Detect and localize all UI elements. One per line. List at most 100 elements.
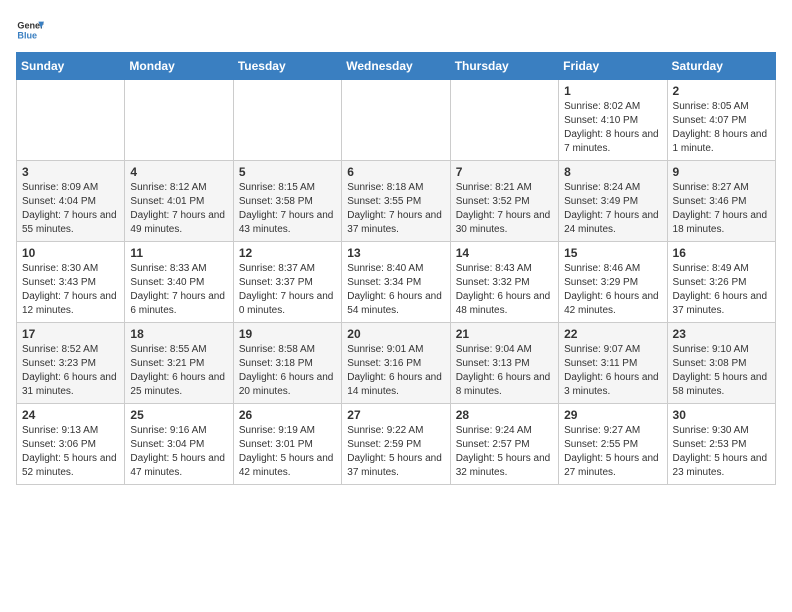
day-number: 22 (564, 327, 661, 341)
day-header-sunday: Sunday (17, 53, 125, 80)
day-info: Sunrise: 9:04 AM Sunset: 3:13 PM Dayligh… (456, 343, 553, 399)
day-cell: 30 Sunrise: 9:30 AM Sunset: 2:53 PM Dayli… (667, 404, 775, 485)
logo: General Blue (16, 16, 44, 44)
day-info: Sunrise: 8:30 AM Sunset: 3:43 PM Dayligh… (22, 262, 119, 318)
day-cell (450, 80, 558, 161)
day-number: 8 (564, 165, 661, 179)
day-number: 13 (347, 246, 444, 260)
day-info: Sunrise: 9:10 AM Sunset: 3:08 PM Dayligh… (673, 343, 770, 399)
day-number: 18 (130, 327, 227, 341)
day-cell: 19Sunrise: 8:58 AM Sunset: 3:18 PM Dayli… (233, 323, 341, 404)
day-cell: 8 Sunrise: 8:24 AM Sunset: 3:49 PM Daylig… (559, 161, 667, 242)
day-header-wednesday: Wednesday (342, 53, 450, 80)
day-cell: 12 Sunrise: 8:37 AM Sunset: 3:37 PM Dayli… (233, 242, 341, 323)
day-number: 1 (564, 84, 661, 98)
day-cell (17, 80, 125, 161)
day-info: Sunrise: 8:58 AM Sunset: 3:18 PM Dayligh… (239, 343, 336, 399)
day-cell: 15 Sunrise: 8:46 AM Sunset: 3:29 PM Dayli… (559, 242, 667, 323)
day-info: Sunrise: 9:19 AM Sunset: 3:01 PM Dayligh… (239, 424, 336, 480)
day-header-tuesday: Tuesday (233, 53, 341, 80)
day-number: 14 (456, 246, 553, 260)
day-number: 20 (347, 327, 444, 341)
day-number: 7 (456, 165, 553, 179)
day-number: 24 (22, 408, 119, 422)
day-cell: 25Sunrise: 9:16 AM Sunset: 3:04 PM Dayli… (125, 404, 233, 485)
day-cell: 9 Sunrise: 8:27 AM Sunset: 3:46 PM Daylig… (667, 161, 775, 242)
day-info: Sunrise: 9:27 AM Sunset: 2:55 PM Dayligh… (564, 424, 661, 480)
day-info: Sunrise: 9:30 AM Sunset: 2:53 PM Dayligh… (673, 424, 770, 480)
day-number: 29 (564, 408, 661, 422)
day-cell: 22 Sunrise: 9:07 AM Sunset: 3:11 PM Dayli… (559, 323, 667, 404)
day-info: Sunrise: 8:49 AM Sunset: 3:26 PM Dayligh… (673, 262, 770, 318)
day-cell: 5 Sunrise: 8:15 AM Sunset: 3:58 PM Daylig… (233, 161, 341, 242)
week-row-1: 1 Sunrise: 8:02 AM Sunset: 4:10 PM Daylig… (17, 80, 776, 161)
day-cell: 2 Sunrise: 8:05 AM Sunset: 4:07 PM Daylig… (667, 80, 775, 161)
days-header-row: SundayMondayTuesdayWednesdayThursdayFrid… (17, 53, 776, 80)
day-header-saturday: Saturday (667, 53, 775, 80)
day-number: 10 (22, 246, 119, 260)
day-cell: 24 Sunrise: 9:13 AM Sunset: 3:06 PM Dayli… (17, 404, 125, 485)
day-info: Sunrise: 8:55 AM Sunset: 3:21 PM Dayligh… (130, 343, 227, 399)
day-cell (342, 80, 450, 161)
day-info: Sunrise: 8:40 AM Sunset: 3:34 PM Dayligh… (347, 262, 444, 318)
day-number: 11 (130, 246, 227, 260)
week-row-5: 24 Sunrise: 9:13 AM Sunset: 3:06 PM Dayli… (17, 404, 776, 485)
day-number: 2 (673, 84, 770, 98)
day-cell: 18 Sunrise: 8:55 AM Sunset: 3:21 PM Dayli… (125, 323, 233, 404)
day-number: 17 (22, 327, 119, 341)
day-info: Sunrise: 8:12 AM Sunset: 4:01 PM Dayligh… (130, 181, 227, 237)
day-number: 23 (673, 327, 770, 341)
day-info: Sunrise: 8:15 AM Sunset: 3:58 PM Dayligh… (239, 181, 336, 237)
day-info: Sunrise: 8:46 AM Sunset: 3:29 PM Dayligh… (564, 262, 661, 318)
header: General Blue (16, 16, 776, 44)
day-number: 9 (673, 165, 770, 179)
day-cell: 20 Sunrise: 9:01 AM Sunset: 3:16 PM Dayli… (342, 323, 450, 404)
day-info: Sunrise: 8:18 AM Sunset: 3:55 PM Dayligh… (347, 181, 444, 237)
day-cell: 26Sunrise: 9:19 AM Sunset: 3:01 PM Dayli… (233, 404, 341, 485)
day-cell: 11Sunrise: 8:33 AM Sunset: 3:40 PM Dayli… (125, 242, 233, 323)
day-number: 30 (673, 408, 770, 422)
day-cell: 29 Sunrise: 9:27 AM Sunset: 2:55 PM Dayli… (559, 404, 667, 485)
svg-text:Blue: Blue (17, 30, 37, 40)
day-cell: 10 Sunrise: 8:30 AM Sunset: 3:43 PM Dayli… (17, 242, 125, 323)
day-number: 15 (564, 246, 661, 260)
day-cell: 23 Sunrise: 9:10 AM Sunset: 3:08 PM Dayli… (667, 323, 775, 404)
day-number: 3 (22, 165, 119, 179)
day-cell: 14 Sunrise: 8:43 AM Sunset: 3:32 PM Dayli… (450, 242, 558, 323)
day-info: Sunrise: 9:16 AM Sunset: 3:04 PM Dayligh… (130, 424, 227, 480)
day-info: Sunrise: 8:37 AM Sunset: 3:37 PM Dayligh… (239, 262, 336, 318)
week-row-3: 10 Sunrise: 8:30 AM Sunset: 3:43 PM Dayli… (17, 242, 776, 323)
day-cell: 27Sunrise: 9:22 AM Sunset: 2:59 PM Dayli… (342, 404, 450, 485)
day-info: Sunrise: 8:43 AM Sunset: 3:32 PM Dayligh… (456, 262, 553, 318)
day-number: 4 (130, 165, 227, 179)
day-number: 21 (456, 327, 553, 341)
day-number: 6 (347, 165, 444, 179)
day-cell: 16Sunrise: 8:49 AM Sunset: 3:26 PM Dayli… (667, 242, 775, 323)
week-row-4: 17 Sunrise: 8:52 AM Sunset: 3:23 PM Dayli… (17, 323, 776, 404)
day-info: Sunrise: 9:01 AM Sunset: 3:16 PM Dayligh… (347, 343, 444, 399)
day-number: 28 (456, 408, 553, 422)
day-cell (125, 80, 233, 161)
day-header-friday: Friday (559, 53, 667, 80)
day-cell: 7Sunrise: 8:21 AM Sunset: 3:52 PM Daylig… (450, 161, 558, 242)
day-info: Sunrise: 9:13 AM Sunset: 3:06 PM Dayligh… (22, 424, 119, 480)
day-header-monday: Monday (125, 53, 233, 80)
day-cell: 3Sunrise: 8:09 AM Sunset: 4:04 PM Daylig… (17, 161, 125, 242)
day-cell: 28Sunrise: 9:24 AM Sunset: 2:57 PM Dayli… (450, 404, 558, 485)
day-info: Sunrise: 8:24 AM Sunset: 3:49 PM Dayligh… (564, 181, 661, 237)
day-number: 5 (239, 165, 336, 179)
day-cell (233, 80, 341, 161)
day-header-thursday: Thursday (450, 53, 558, 80)
day-cell: 13 Sunrise: 8:40 AM Sunset: 3:34 PM Dayli… (342, 242, 450, 323)
day-info: Sunrise: 8:05 AM Sunset: 4:07 PM Dayligh… (673, 100, 770, 156)
day-cell: 17 Sunrise: 8:52 AM Sunset: 3:23 PM Dayli… (17, 323, 125, 404)
day-info: Sunrise: 8:02 AM Sunset: 4:10 PM Dayligh… (564, 100, 661, 156)
day-info: Sunrise: 9:07 AM Sunset: 3:11 PM Dayligh… (564, 343, 661, 399)
day-info: Sunrise: 8:27 AM Sunset: 3:46 PM Dayligh… (673, 181, 770, 237)
day-cell: 1 Sunrise: 8:02 AM Sunset: 4:10 PM Daylig… (559, 80, 667, 161)
day-number: 27 (347, 408, 444, 422)
day-info: Sunrise: 8:52 AM Sunset: 3:23 PM Dayligh… (22, 343, 119, 399)
day-cell: 6 Sunrise: 8:18 AM Sunset: 3:55 PM Daylig… (342, 161, 450, 242)
day-cell: 4 Sunrise: 8:12 AM Sunset: 4:01 PM Daylig… (125, 161, 233, 242)
day-number: 12 (239, 246, 336, 260)
